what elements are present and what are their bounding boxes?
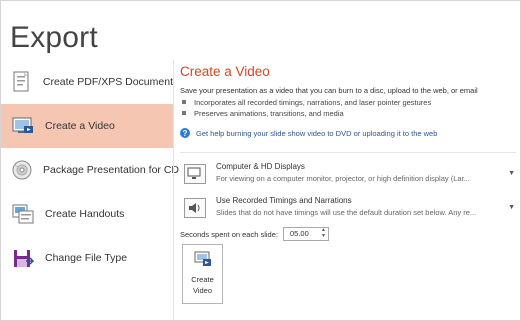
list-item: Preserves animations, transitions, and m… — [180, 108, 518, 119]
page-title: Export — [10, 21, 98, 54]
seconds-value: 05.00 — [289, 229, 309, 238]
nav-item-handouts[interactable]: Create Handouts — [1, 192, 173, 236]
nav-item-label: Package Presentation for CD — [43, 164, 179, 176]
create-button-label-line2: Video — [192, 286, 213, 295]
section-description: Save your presentation as a video that y… — [180, 86, 478, 95]
help-link-text: Get help burning your slide show video t… — [196, 128, 438, 138]
change-file-type-icon — [11, 246, 35, 270]
nav-item-package[interactable]: Package Presentation for CD — [1, 148, 179, 192]
monitor-icon — [184, 164, 206, 184]
handouts-icon — [11, 202, 35, 226]
cd-icon — [11, 158, 33, 182]
list-item: Incorporates all recorded timings, narra… — [180, 97, 518, 108]
nav-item-label: Create Handouts — [45, 208, 125, 220]
export-backstage: Export Create PDF/XPS Document Create a … — [0, 0, 521, 321]
nav-item-label: Create PDF/XPS Document — [42, 76, 173, 88]
create-button-label-line1: Create — [191, 275, 214, 284]
create-video-panel: Create a Video Save your presentation as… — [180, 64, 518, 241]
stepper-arrows-icon[interactable]: ▲ ▼ — [321, 227, 326, 239]
nav-item-change-file-type[interactable]: Change File Type — [1, 236, 173, 280]
nav-item-label: Create a Video — [45, 120, 115, 132]
narration-icon — [184, 198, 206, 218]
help-icon: ? — [180, 128, 190, 138]
seconds-stepper[interactable]: 05.00 ▲ ▼ — [282, 227, 329, 241]
section-separator — [180, 152, 516, 153]
seconds-label: Seconds spent on each slide: — [180, 229, 278, 239]
bullet-icon — [182, 111, 186, 115]
dropdown-subtitle: Slides that do not have timings will use… — [216, 208, 477, 217]
create-video-icon — [194, 251, 212, 267]
section-heading: Create a Video — [180, 64, 270, 79]
dropdown-title: Use Recorded Timings and Narrations — [216, 196, 352, 205]
seconds-per-slide-row: Seconds spent on each slide: 05.00 ▲ ▼ — [180, 227, 518, 241]
bullet-icon — [182, 100, 186, 104]
pdf-document-icon — [11, 70, 33, 94]
export-nav: Create PDF/XPS Document Create a Video P… — [1, 60, 179, 280]
dropdown-subtitle: For viewing on a computer monitor, proje… — [216, 174, 470, 183]
feature-list: Incorporates all recorded timings, narra… — [180, 97, 518, 119]
help-link[interactable]: ? Get help burning your slide show video… — [180, 128, 518, 138]
video-quality-dropdown[interactable]: Computer & HD Displays For viewing on a … — [180, 159, 518, 188]
chevron-down-icon: ▼ — [508, 170, 515, 177]
chevron-down-icon: ▼ — [508, 204, 515, 211]
nav-divider — [173, 60, 174, 320]
timings-dropdown[interactable]: Use Recorded Timings and Narrations Slid… — [180, 193, 518, 222]
dropdown-title: Computer & HD Displays — [216, 162, 305, 171]
nav-item-video[interactable]: Create a Video — [1, 104, 173, 148]
nav-item-pdf[interactable]: Create PDF/XPS Document — [1, 60, 173, 104]
create-video-button[interactable]: Create Video — [182, 244, 223, 304]
video-icon — [11, 114, 35, 138]
nav-item-label: Change File Type — [45, 252, 128, 264]
